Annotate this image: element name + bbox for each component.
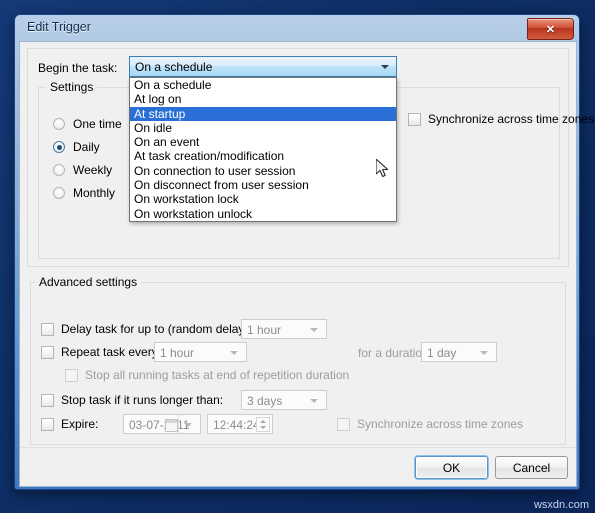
desktop-background: Edit Trigger ✕ Begin the task: On a sche…: [0, 0, 595, 513]
repeat-task-checkbox[interactable]: Repeat task every:: [41, 345, 161, 359]
sync-time-zones-top-label: Synchronize across time zones: [428, 112, 595, 126]
checkbox-indicator: [408, 112, 421, 126]
expire-sync-time-zones-checkbox[interactable]: Synchronize across time zones: [337, 417, 523, 431]
dropdown-option-on-an-event[interactable]: On an event: [130, 135, 396, 149]
radio-weekly[interactable]: Weekly: [53, 163, 112, 177]
checkbox-indicator: [41, 322, 54, 336]
chevron-down-icon: [480, 351, 488, 355]
begin-task-dropdown-list[interactable]: On a schedule At log on At startup On id…: [129, 77, 397, 222]
dropdown-option-at-log-on[interactable]: At log on: [130, 92, 396, 106]
settings-legend: Settings: [46, 80, 98, 94]
checkbox-indicator: [65, 368, 78, 382]
title-bar[interactable]: Edit Trigger ✕: [15, 15, 579, 41]
delay-task-checkbox[interactable]: Delay task for up to (random delay):: [41, 322, 252, 336]
stop-all-running-tasks-checkbox[interactable]: Stop all running tasks at end of repetit…: [65, 368, 349, 382]
dropdown-option-on-connection-to-user-session[interactable]: On connection to user session: [130, 164, 396, 178]
chevron-down-icon: [310, 399, 318, 403]
close-icon: ✕: [545, 23, 556, 36]
spin-up-icon[interactable]: [260, 420, 266, 423]
close-button[interactable]: ✕: [527, 18, 574, 40]
stop-task-longer-checkbox[interactable]: Stop task if it runs longer than:: [41, 393, 223, 407]
begin-task-label: Begin the task:: [38, 61, 118, 75]
radio-indicator: [53, 141, 65, 153]
radio-indicator: [53, 118, 65, 130]
dropdown-option-at-task-creation-modification[interactable]: At task creation/modification: [130, 149, 396, 163]
chevron-down-icon: [381, 65, 389, 69]
expire-date-value: 03-07-2011: [129, 418, 190, 432]
expire-sync-time-zones-label: Synchronize across time zones: [357, 417, 524, 431]
stop-all-running-tasks-label: Stop all running tasks at end of repetit…: [85, 368, 350, 382]
radio-indicator: [53, 187, 65, 199]
repeat-duration-value: 1 day: [427, 346, 457, 360]
field-separator: [178, 415, 179, 433]
dialog-client-area: Begin the task: On a schedule Settings O…: [19, 41, 594, 487]
radio-monthly[interactable]: Monthly: [53, 186, 115, 200]
advanced-settings-pane: Advanced settings Delay task for up to (…: [27, 274, 569, 449]
radio-monthly-label: Monthly: [73, 186, 116, 200]
advanced-settings-legend: Advanced settings: [35, 275, 142, 289]
expire-time-spinner[interactable]: 12:44:24: [207, 414, 273, 434]
begin-task-selected-value: On a schedule: [135, 60, 213, 74]
calendar-icon: [165, 419, 178, 432]
expire-time-value: 12:44:24: [213, 418, 260, 432]
expire-date-picker[interactable]: 03-07-2011: [123, 414, 201, 434]
stop-task-longer-combobox[interactable]: 3 days: [241, 390, 327, 410]
chevron-down-icon: [184, 423, 192, 427]
dropdown-option-on-idle[interactable]: On idle: [130, 121, 396, 135]
delay-task-label: Delay task for up to (random delay):: [61, 322, 252, 336]
checkbox-indicator: [41, 417, 54, 431]
time-spin-buttons[interactable]: [256, 417, 270, 432]
window-title: Edit Trigger: [27, 20, 91, 34]
delay-task-combobox[interactable]: 1 hour: [241, 319, 327, 339]
checkbox-indicator: [41, 393, 54, 407]
spin-down-icon[interactable]: [260, 426, 266, 429]
repeat-interval-combobox[interactable]: 1 hour: [154, 342, 247, 362]
repeat-task-label: Repeat task every:: [61, 345, 162, 359]
ok-button[interactable]: OK: [415, 456, 488, 479]
delay-task-value: 1 hour: [247, 323, 282, 337]
watermark: wsxdn.com: [533, 499, 589, 511]
expire-label: Expire:: [61, 417, 99, 431]
radio-daily[interactable]: Daily: [53, 140, 100, 154]
radio-one-time-label: One time: [73, 117, 122, 131]
radio-daily-label: Daily: [73, 140, 100, 154]
dialog-button-bar: OK Cancel: [20, 447, 576, 486]
chevron-down-icon: [230, 351, 238, 355]
stop-task-longer-value: 3 days: [247, 394, 283, 408]
repeat-duration-combobox[interactable]: 1 day: [421, 342, 497, 362]
repeat-interval-value: 1 hour: [160, 346, 195, 360]
expire-checkbox[interactable]: Expire:: [41, 417, 98, 431]
trigger-top-pane: Begin the task: On a schedule Settings O…: [27, 48, 594, 267]
edit-trigger-dialog: Edit Trigger ✕ Begin the task: On a sche…: [14, 14, 594, 490]
dropdown-option-on-disconnect-from-user-session[interactable]: On disconnect from user session: [130, 178, 396, 192]
dropdown-option-on-workstation-unlock[interactable]: On workstation unlock: [130, 207, 396, 221]
stop-task-longer-label: Stop task if it runs longer than:: [61, 393, 224, 407]
cancel-button[interactable]: Cancel: [495, 456, 568, 479]
dropdown-option-on-workstation-lock[interactable]: On workstation lock: [130, 192, 396, 206]
checkbox-indicator: [41, 345, 54, 359]
checkbox-indicator: [337, 417, 350, 431]
dropdown-option-on-a-schedule[interactable]: On a schedule: [130, 78, 396, 92]
dropdown-option-at-startup[interactable]: At startup: [130, 106, 396, 121]
radio-one-time[interactable]: One time: [53, 117, 122, 131]
radio-indicator: [53, 164, 65, 176]
sync-time-zones-top-checkbox[interactable]: Synchronize across time zones: [408, 112, 594, 126]
radio-weekly-label: Weekly: [73, 163, 113, 177]
begin-task-combobox[interactable]: On a schedule: [129, 56, 397, 77]
chevron-down-icon: [310, 328, 318, 332]
